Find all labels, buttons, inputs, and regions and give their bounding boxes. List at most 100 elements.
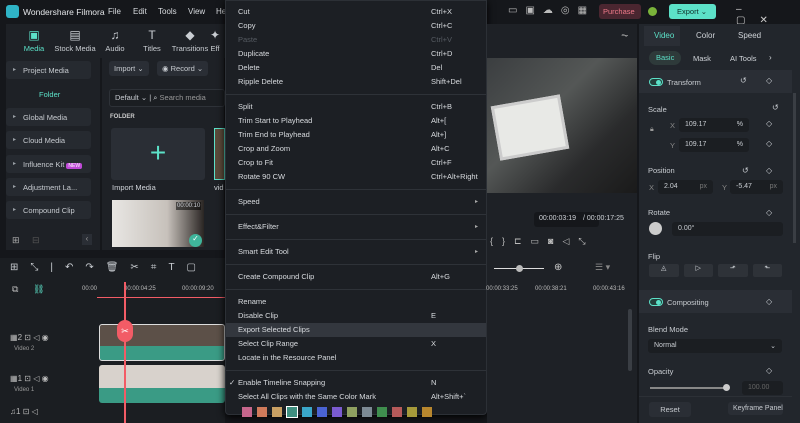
media-thumbnail[interactable] bbox=[214, 128, 225, 180]
folder-icon[interactable]: ⊡ bbox=[24, 333, 31, 342]
reset-icon[interactable]: ↺ bbox=[772, 103, 779, 112]
keyframe-icon[interactable]: ◇ bbox=[766, 139, 772, 148]
color-swatch[interactable] bbox=[407, 407, 417, 417]
color-swatch[interactable] bbox=[317, 407, 327, 417]
lock-icon[interactable]: 🔒︎ bbox=[650, 126, 654, 134]
menu-tools[interactable]: Tools bbox=[158, 7, 177, 16]
reset-button[interactable]: Reset bbox=[649, 402, 691, 417]
color-swatch[interactable] bbox=[302, 407, 312, 417]
color-swatch[interactable] bbox=[286, 406, 298, 418]
waveform-icon[interactable]: ⏦ bbox=[621, 30, 628, 41]
keyframe-panel-button[interactable]: Keyframe Panel bbox=[728, 402, 783, 415]
color-swatch[interactable] bbox=[272, 407, 282, 417]
color-swatch[interactable] bbox=[242, 407, 252, 417]
keyframe-icon[interactable]: ◇ bbox=[766, 366, 772, 375]
playhead[interactable] bbox=[124, 282, 126, 423]
link-icon[interactable]: ⛓ bbox=[33, 284, 44, 295]
menu-item-select-clip-range[interactable]: Select Clip Range X bbox=[226, 337, 486, 351]
nav-project-media[interactable]: Project Media bbox=[6, 61, 91, 79]
menu-item-select-all-clips-with-the-same-color-mark[interactable]: Select All Clips with the Same Color Mar… bbox=[226, 390, 486, 404]
scale-y-input[interactable]: 109.17% bbox=[679, 138, 749, 152]
subtab-mask[interactable]: Mask bbox=[693, 54, 711, 63]
menu-item-copy[interactable]: Copy Ctrl+C bbox=[226, 19, 486, 33]
opacity-slider-handle[interactable] bbox=[723, 384, 730, 391]
menu-item-crop-to-fit[interactable]: Crop to Fit Ctrl+F bbox=[226, 156, 486, 170]
track-height-icon[interactable]: ☰ ▾ bbox=[595, 262, 610, 273]
timeline-toolbar[interactable]: ⊞⤡|↶↷🗑✂⌗T▢ bbox=[10, 262, 208, 273]
import-media-tile[interactable]: + bbox=[111, 128, 205, 180]
nav-folder[interactable]: Folder bbox=[39, 90, 60, 99]
zoom-slider-handle[interactable] bbox=[516, 265, 523, 272]
menu-item-paste[interactable]: Paste Ctrl+V bbox=[226, 33, 486, 47]
rotate-counterclockwise-icon[interactable]: ⬑ bbox=[752, 264, 782, 277]
chevron-right-icon[interactable]: › bbox=[769, 53, 772, 62]
color-swatch[interactable] bbox=[422, 407, 432, 417]
new-folder-icon[interactable]: ⊞ bbox=[12, 235, 20, 246]
menu-item-delete[interactable]: Delete Del bbox=[226, 61, 486, 75]
menu-item-trim-start-to-playhead[interactable]: Trim Start to Playhead Alt+[ bbox=[226, 114, 486, 128]
menu-item-split[interactable]: Split Ctrl+B bbox=[226, 100, 486, 114]
keyframe-icon[interactable]: ◇ bbox=[766, 166, 772, 175]
flip-vertical-icon[interactable]: ▷ bbox=[683, 264, 713, 277]
purchase-button[interactable]: Purchase bbox=[599, 4, 641, 19]
speaker-icon[interactable]: ◁ bbox=[33, 374, 39, 383]
tab-color[interactable]: Color bbox=[696, 31, 715, 40]
menu-item-cut[interactable]: Cut Ctrl+X bbox=[226, 5, 486, 19]
record-dropdown[interactable]: ◉ Record ⌄ bbox=[157, 61, 209, 76]
color-swatch[interactable] bbox=[332, 407, 342, 417]
menu-edit[interactable]: Edit bbox=[133, 7, 147, 16]
eye-icon[interactable]: ◉ bbox=[42, 333, 49, 342]
color-swatch[interactable] bbox=[362, 407, 372, 417]
color-swatch[interactable] bbox=[377, 407, 387, 417]
menu-item-rename[interactable]: Rename bbox=[226, 295, 486, 309]
compositing-toggle[interactable] bbox=[649, 298, 663, 306]
search-input[interactable]: Search media bbox=[160, 93, 206, 102]
position-x-input[interactable]: 2.04 px bbox=[658, 180, 713, 194]
menu-item-trim-end-to-playhead[interactable]: Trim End to Playhead Alt+] bbox=[226, 128, 486, 142]
menu-item-locate-in-the-resource-panel[interactable]: Locate in the Resource Panel bbox=[226, 351, 486, 365]
speaker-icon[interactable]: ◁ bbox=[33, 333, 39, 342]
menu-item-ripple-delete[interactable]: Ripple Delete Shift+Del bbox=[226, 75, 486, 89]
keyframe-icon[interactable]: ◇ bbox=[766, 208, 772, 217]
window-controls[interactable]: –▢✕ bbox=[736, 4, 800, 26]
delete-folder-icon[interactable]: ⊟ bbox=[32, 235, 40, 246]
export-button[interactable]: Export ⌄ bbox=[669, 4, 716, 19]
menu-item-enable-timeline-snapping[interactable]: ✓ Enable Timeline Snapping N bbox=[226, 376, 486, 390]
menu-item-smart-edit-tool[interactable]: Smart Edit Tool ▸ bbox=[226, 245, 486, 259]
menu-item-export-selected-clips[interactable]: Export Selected Clips bbox=[226, 323, 486, 337]
rotate-dial[interactable] bbox=[649, 222, 662, 235]
folder-icon[interactable]: ⊡ bbox=[24, 374, 31, 383]
position-y-input[interactable]: -5.47 px bbox=[730, 180, 783, 194]
import-dropdown[interactable]: Import ⌄ bbox=[109, 61, 149, 76]
nav-influence-kit[interactable]: Influence Kit NEW bbox=[6, 155, 91, 173]
timeline-clip-video1[interactable] bbox=[99, 365, 225, 403]
rotate-clockwise-icon[interactable]: ⬏ bbox=[718, 264, 748, 277]
speaker-icon[interactable]: ◁ bbox=[32, 407, 38, 416]
tab-media[interactable]: ▣ Media bbox=[12, 28, 56, 53]
menu-view[interactable]: View bbox=[188, 7, 205, 16]
subtab-basic[interactable]: Basic bbox=[649, 51, 681, 65]
menu-item-rotate-90-cw[interactable]: Rotate 90 CW Ctrl+Alt+Right bbox=[226, 170, 486, 184]
scissors-icon[interactable]: ✂ bbox=[117, 320, 133, 342]
collapse-panel-button[interactable]: ‹ bbox=[82, 234, 92, 245]
properties-scrollbar[interactable] bbox=[793, 93, 796, 243]
transform-toggle[interactable] bbox=[649, 78, 663, 86]
add-track-icon[interactable]: ⧉ bbox=[12, 284, 18, 295]
reset-icon[interactable]: ↺ bbox=[742, 166, 749, 175]
reset-icon[interactable]: ↺ bbox=[740, 76, 747, 85]
tab-effects[interactable]: ✦ Eff bbox=[205, 28, 225, 53]
color-swatch[interactable] bbox=[392, 407, 402, 417]
nav-global-media[interactable]: Global Media bbox=[6, 108, 91, 126]
zoom-in-icon[interactable]: ⊕ bbox=[554, 262, 562, 273]
color-swatch[interactable] bbox=[347, 407, 357, 417]
menu-item-effect-filter[interactable]: Effect&Filter ▸ bbox=[226, 220, 486, 234]
opacity-input[interactable]: 100.00 bbox=[742, 381, 783, 395]
playback-controls[interactable]: {}⊏▭◙◁⤡ bbox=[490, 236, 595, 247]
menu-item-disable-clip[interactable]: Disable Clip E bbox=[226, 309, 486, 323]
keyframe-icon[interactable]: ◇ bbox=[766, 76, 772, 85]
nav-compound-clip[interactable]: Compound Clip bbox=[6, 201, 91, 219]
menu-item-create-compound-clip[interactable]: Create Compound Clip Alt+G bbox=[226, 270, 486, 284]
rotate-input[interactable]: 0.00° bbox=[672, 222, 783, 236]
nav-cloud-media[interactable]: Cloud Media bbox=[6, 131, 91, 149]
tab-stock-media[interactable]: ▤ Stock Media bbox=[53, 28, 97, 53]
